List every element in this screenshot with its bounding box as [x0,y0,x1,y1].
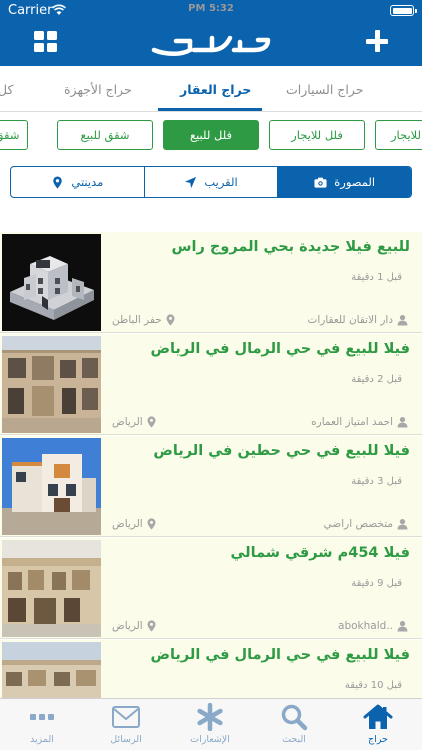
status-bar: Carrier 5:32 PM [0,0,422,22]
chip-apartments-sale[interactable]: شقق للبيع [57,120,153,150]
asterisk-icon [197,703,223,731]
chip-apartments[interactable]: شقق [0,120,28,150]
listing-title: فيلا للبيع في حي الرمال في الرياض [150,341,410,357]
tab-messages[interactable]: الرسائل [84,703,168,745]
filter-with-photos[interactable]: المصورة [277,167,411,197]
listing-thumbnail [2,642,101,698]
subcategory-chips: شقق شقق للبيع فلل للبيع فلل للايجار للاي… [0,112,422,158]
chip-villas-rent[interactable]: فلل للايجار [269,120,365,150]
location-pin-icon [147,620,156,632]
battery-icon [390,5,417,16]
listing-user-name: متخصص اراضي [323,518,393,530]
tab-home[interactable]: حراج [336,703,420,745]
tab-cars[interactable]: حراج السيارات [286,82,363,97]
listing-city: الرياض [112,518,157,530]
user-icon [397,620,408,632]
chip-villas-sale[interactable]: فلل للبيع [163,120,259,150]
tab-real-estate[interactable]: حراج العقار [180,82,251,97]
listing-city: الرياض [112,620,157,632]
listing-user: ..abokhald [338,620,408,632]
tab-notifications[interactable]: الإشعارات [168,703,252,745]
filter-nearby[interactable]: القريب [143,167,278,197]
tab-messages-label: الرسائل [110,734,142,745]
listing-row[interactable]: فيلا للبيع في حي الرمال في الرياض قبل 10… [0,640,422,698]
location-pin-icon [147,416,156,428]
location-pin-icon [166,314,175,326]
envelope-icon [112,706,140,728]
listing-time: قبل 9 دقيقة [351,578,402,589]
listing-thumbnail [2,234,101,331]
tab-more-label: المزيد [30,734,54,745]
listing-city-name: الرياض [112,416,143,428]
listing-row[interactable]: فيلا 454م شرقي شمالي قبل 9 دقيقة ..abokh… [0,538,422,639]
listing-title: فيلا للبيع في حي حطين في الرياض [153,443,410,459]
filter-with-photos-label: المصورة [334,175,376,189]
navigation-arrow-icon [185,176,197,188]
listing-time: قبل 10 دقيقة [344,680,402,691]
chip-rent[interactable]: للايجار [375,120,422,150]
listing-time: قبل 1 دقيقة [351,272,402,283]
listing-city-name: حفر الباطن [112,314,162,326]
listing-user-name: ..abokhald [338,620,393,632]
listing-user: متخصص اراضي [324,518,408,530]
filter-my-city-label: مدينتي [71,175,104,189]
more-dots-icon [30,714,54,720]
camera-icon [314,177,327,188]
home-icon [363,704,393,729]
tab-all[interactable]: كل [0,82,13,97]
listing-title: فيلا 454م شرقي شمالي [230,545,410,561]
location-pin-icon [53,175,63,189]
location-pin-icon [147,518,156,530]
listing-user: احمد امتياز العماره [311,416,408,428]
user-icon [397,314,408,326]
bottom-tab-bar: المزيد الرسائل الإشعارات البحث حراج [0,698,422,750]
tab-search-label: البحث [282,734,306,745]
tab-more[interactable]: المزيد [0,703,84,745]
listing-user-name: احمد امتياز العماره [311,416,393,428]
grid-icon[interactable] [34,31,58,53]
listing-row[interactable]: للبيع فيلا جديدة بحي المروج راس قبل 1 دق… [0,232,422,333]
listing-thumbnail [2,336,101,433]
listing-thumbnail [2,540,101,637]
tab-notifications-label: الإشعارات [190,734,230,745]
listing-city-name: الرياض [112,518,143,530]
tab-home-label: حراج [368,734,388,745]
filter-nearby-label: القريب [204,175,238,189]
tab-search[interactable]: البحث [252,703,336,745]
active-tab-indicator [158,108,262,111]
app-screen: Carrier 5:32 PM كل حراج الأجهزة حراج الع… [0,0,422,750]
listing-row[interactable]: فيلا للبيع في حي الرمال في الرياض قبل 2 … [0,334,422,435]
listing-thumbnail [2,438,101,535]
listing-city: حفر الباطن [112,314,176,326]
user-icon [397,518,408,530]
clock: 5:32 PM [188,3,234,14]
listing-time: قبل 3 دقيقة [351,476,402,487]
plus-icon[interactable] [366,30,388,52]
filter-my-city[interactable]: مدينتي [11,167,144,197]
app-header: Carrier 5:32 PM [0,0,422,66]
listing-title: للبيع فيلا جديدة بحي المروج راس [171,239,411,255]
listing-time: قبل 2 دقيقة [351,374,402,385]
tab-devices[interactable]: حراج الأجهزة [64,82,132,97]
listing-city: الرياض [112,416,157,428]
listing-title: فيلا للبيع في حي الرمال في الرياض [150,647,410,663]
haraj-logo [151,35,271,56]
listing-row[interactable]: فيلا للبيع في حي حطين في الرياض قبل 3 دق… [0,436,422,537]
category-tabs: كل حراج الأجهزة حراج العقار حراج السيارا… [0,66,422,112]
filter-segmented-control: مدينتي القريب المصورة [10,166,412,198]
listing-user: دار الاتقان للعقارات [307,314,408,326]
search-icon [281,704,308,731]
listings: للبيع فيلا جديدة بحي المروج راس قبل 1 دق… [0,232,422,698]
listing-user-name: دار الاتقان للعقارات [307,314,393,326]
user-icon [397,416,408,428]
listing-city-name: الرياض [112,620,143,632]
